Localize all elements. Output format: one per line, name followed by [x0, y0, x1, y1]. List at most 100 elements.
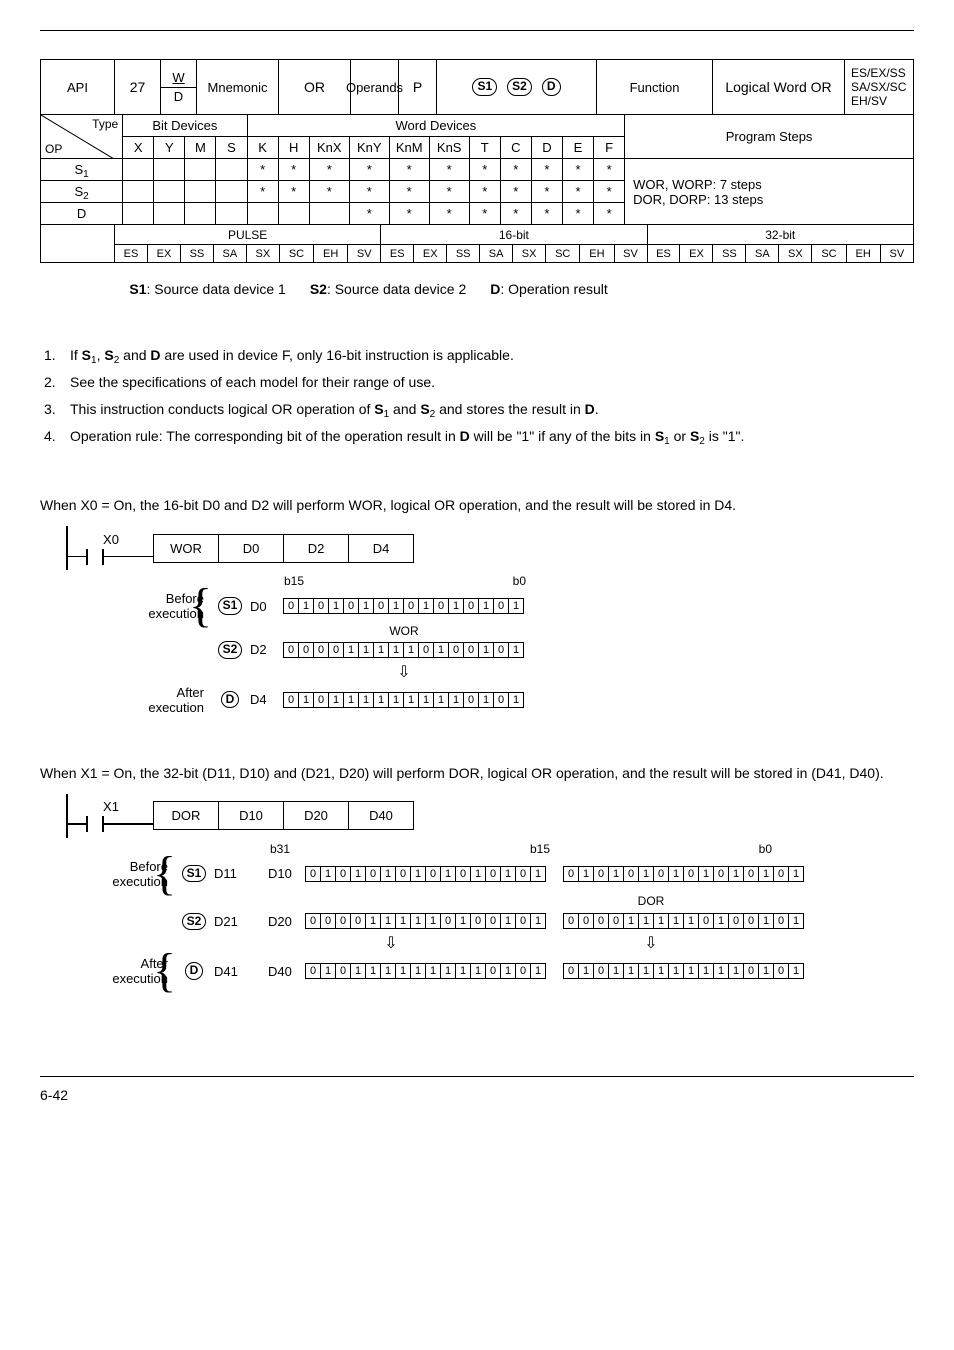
d-id: D [490, 281, 500, 297]
bit-cell: 1 [388, 692, 404, 708]
wd-cell: W D [161, 60, 197, 114]
mode-cell-sv: SV [880, 245, 913, 263]
mode-cell-ex: EX [147, 245, 180, 263]
bit-cell: 0 [728, 913, 744, 929]
bit-cell: 1 [668, 866, 684, 882]
mode-cell-eh: EH [314, 245, 348, 263]
ex1-op1: D2 [283, 534, 349, 563]
bit-cell: 1 [608, 963, 624, 979]
mode-cell-sx: SX [246, 245, 279, 263]
page-number: 6-42 [40, 1087, 914, 1103]
opr-col-kny: KnY [349, 137, 389, 159]
bit-cell: 0 [440, 913, 456, 929]
bit-cell: 1 [418, 692, 434, 708]
opr-cell: * [247, 159, 278, 181]
opr-cell: * [594, 181, 625, 203]
bit-cell: 1 [410, 866, 426, 882]
bit-cell: 1 [788, 913, 804, 929]
program-steps-content: WOR, WORP: 7 stepsDOR, DORP: 13 steps [625, 159, 914, 225]
bit-cell: 1 [433, 642, 449, 658]
mode-cell-es: ES [381, 245, 414, 263]
opr-col-m: M [185, 137, 216, 159]
bit-cell: 0 [418, 642, 434, 658]
opr-cell: * [349, 159, 389, 181]
operands-label: Operands [351, 60, 399, 114]
opr-cell: * [594, 159, 625, 181]
opr-cell: * [389, 203, 429, 225]
function-label: Function [597, 60, 713, 114]
mnemonic: OR [279, 60, 351, 114]
opr-cell [216, 181, 247, 203]
s1-desc: : Source data device 1 [147, 281, 286, 297]
oval-s2: S2 [182, 913, 207, 931]
bit-cell: 0 [593, 963, 609, 979]
bit-cell: 0 [563, 963, 579, 979]
bit-cell: 1 [440, 963, 456, 979]
bit-cell: 1 [508, 598, 524, 614]
opr-col-f: F [594, 137, 625, 159]
bit-cell: 1 [395, 963, 411, 979]
opr-cell [185, 181, 216, 203]
mode-cell-sc: SC [546, 245, 580, 263]
bit-cell: 0 [485, 913, 501, 929]
mode-cell-es: ES [647, 245, 680, 263]
ex2-ladder: X1 DOR D10 D20 D40 [66, 794, 914, 838]
b15-b0-ruler: b15b0 [284, 574, 526, 588]
oval-d: D [185, 962, 204, 980]
bit-cell: 0 [305, 913, 321, 929]
opr-cell: * [594, 203, 625, 225]
opr-cell [309, 203, 349, 225]
bit-cell: 1 [478, 598, 494, 614]
bit-cell: 0 [463, 598, 479, 614]
bit-cell: 1 [388, 598, 404, 614]
instruction-header: API 27 W D Mnemonic OR Operands P S1 S2 … [40, 59, 914, 115]
bit-cell: 0 [773, 866, 789, 882]
mnemonic-label: Mnemonic [197, 60, 279, 114]
api-label: API [41, 60, 115, 114]
bit-cell: 1 [455, 913, 471, 929]
bit-cell: 1 [530, 963, 546, 979]
bit-cell: 0 [608, 913, 624, 929]
function: Logical Word OR [713, 60, 845, 114]
ex2-op1: D20 [283, 801, 349, 830]
opr-cell: * [531, 203, 562, 225]
bit-cell: 1 [713, 913, 729, 929]
bit-cell: 0 [283, 598, 299, 614]
explanation-item: 3.This instruction conducts logical OR o… [40, 399, 914, 420]
bit-cell: 1 [500, 963, 516, 979]
mode-cell-ex: EX [680, 245, 713, 263]
bit-cell: 1 [698, 963, 714, 979]
mode-cell-sv: SV [614, 245, 647, 263]
bit-cell: 0 [743, 913, 759, 929]
opr-cell: * [278, 181, 309, 203]
bit-cell: 0 [773, 913, 789, 929]
models: ES/EX/SS SA/SX/SC EH/SV [845, 60, 913, 114]
opr-cell: * [389, 159, 429, 181]
p-cell: P [399, 60, 437, 114]
bit-cells: 0101111111110101 [284, 692, 524, 708]
oval-s1: S1 [182, 865, 207, 883]
mode-cell-sc: SC [812, 245, 846, 263]
opr-cell: * [469, 181, 500, 203]
bit-cell: 0 [365, 866, 381, 882]
opr-cell: * [429, 159, 469, 181]
bit-cells: 0000111110100101 [284, 642, 524, 658]
bit-cells: 0101111111110101 [306, 963, 546, 979]
bit-cell: 1 [788, 963, 804, 979]
mode-cell-sa: SA [480, 245, 513, 263]
bit-cell: 1 [728, 866, 744, 882]
bit-cell: 1 [343, 642, 359, 658]
bit-cell: 0 [515, 866, 531, 882]
ex1-bit-diagram: b15b0{BeforeexecutionS1D0010101010101010… [100, 574, 914, 715]
opr-cell: * [247, 181, 278, 203]
opr-cell: * [500, 203, 531, 225]
opr-cell: * [531, 181, 562, 203]
32bit-hdr: 32-bit [647, 225, 914, 245]
bit-cell: 1 [425, 963, 441, 979]
bit-cell: 1 [403, 642, 419, 658]
bit-cell: 1 [478, 692, 494, 708]
operands-section: Operands: S1: Source data device 1 S2: S… [40, 281, 914, 297]
bit-cell: 0 [493, 598, 509, 614]
bit-cell: 1 [358, 692, 374, 708]
bit-cell: 0 [683, 866, 699, 882]
